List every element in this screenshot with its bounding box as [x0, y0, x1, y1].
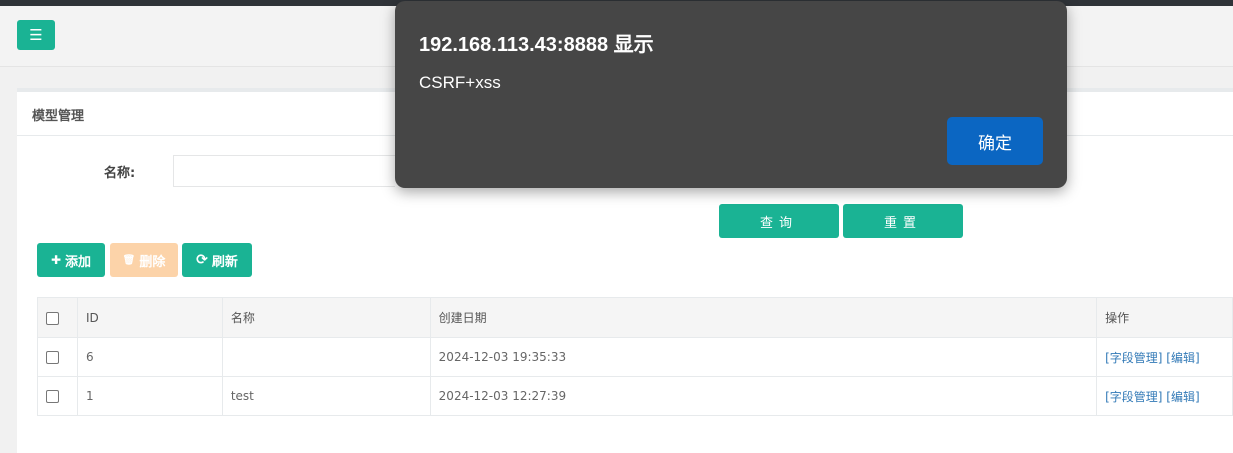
refresh-icon: ⟳	[196, 252, 208, 268]
dialog-title: 192.168.113.43:8888 显示	[419, 34, 654, 56]
hamburger-icon: ☰	[29, 26, 43, 44]
field-manage-link[interactable]: [字段管理]	[1105, 351, 1162, 365]
table-row: 6 2024-12-03 19:35:33 [字段管理] [编辑]	[37, 337, 1233, 377]
column-header-name[interactable]: 名称	[221, 297, 431, 338]
table-row: 1 test 2024-12-03 12:27:39 [字段管理] [编辑]	[37, 376, 1233, 416]
query-button[interactable]: 查询	[719, 204, 839, 238]
column-header-actions: 操作	[1096, 297, 1233, 338]
reset-button[interactable]: 重置	[843, 204, 963, 238]
select-all-checkbox[interactable]	[46, 311, 59, 325]
plus-icon: ✚	[50, 253, 62, 267]
cell-actions: [字段管理] [编辑]	[1096, 376, 1233, 416]
name-label: 名称:	[104, 166, 136, 181]
name-input[interactable]	[173, 155, 395, 187]
column-header-id[interactable]: ID	[76, 297, 223, 338]
cell-created: 2024-12-03 19:35:33	[429, 337, 1098, 377]
refresh-button[interactable]: ⟳ 刷新	[182, 243, 252, 277]
dialog-message: CSRF+xss	[419, 73, 501, 92]
cell-id: 1	[76, 376, 223, 416]
delete-button[interactable]: 🗑 删除	[110, 243, 178, 277]
row-select-cell	[37, 337, 78, 377]
add-label: 添加	[65, 254, 92, 270]
row-select-cell	[37, 376, 78, 416]
cell-actions: [字段管理] [编辑]	[1096, 337, 1233, 377]
menu-toggle-button[interactable]: ☰	[17, 20, 55, 50]
model-table: ID 名称 创建日期 操作 6 2024-12-03 19:35:33 [字段管…	[37, 297, 1233, 416]
edit-link[interactable]: [编辑]	[1166, 351, 1199, 365]
row-checkbox[interactable]	[46, 351, 59, 364]
page-title: 模型管理	[32, 109, 85, 124]
cell-created: 2024-12-03 12:27:39	[429, 376, 1098, 416]
delete-label: 删除	[139, 254, 166, 270]
select-all-cell	[37, 297, 78, 338]
field-manage-link[interactable]: [字段管理]	[1105, 390, 1162, 404]
reset-label: 重置	[883, 215, 922, 231]
add-button[interactable]: ✚ 添加	[37, 243, 105, 277]
edit-link[interactable]: [编辑]	[1166, 390, 1199, 404]
row-checkbox[interactable]	[46, 390, 59, 403]
table-header-row: ID 名称 创建日期 操作	[37, 297, 1233, 338]
column-header-created[interactable]: 创建日期	[429, 297, 1098, 338]
alert-dialog: 192.168.113.43:8888 显示 CSRF+xss 确定	[395, 1, 1067, 188]
cell-name: test	[221, 376, 431, 416]
dialog-ok-button[interactable]: 确定	[947, 117, 1043, 165]
cell-name	[221, 337, 431, 377]
cell-id: 6	[76, 337, 223, 377]
query-label: 查询	[759, 215, 798, 231]
refresh-label: 刷新	[211, 254, 238, 270]
trash-icon: 🗑	[122, 254, 136, 266]
